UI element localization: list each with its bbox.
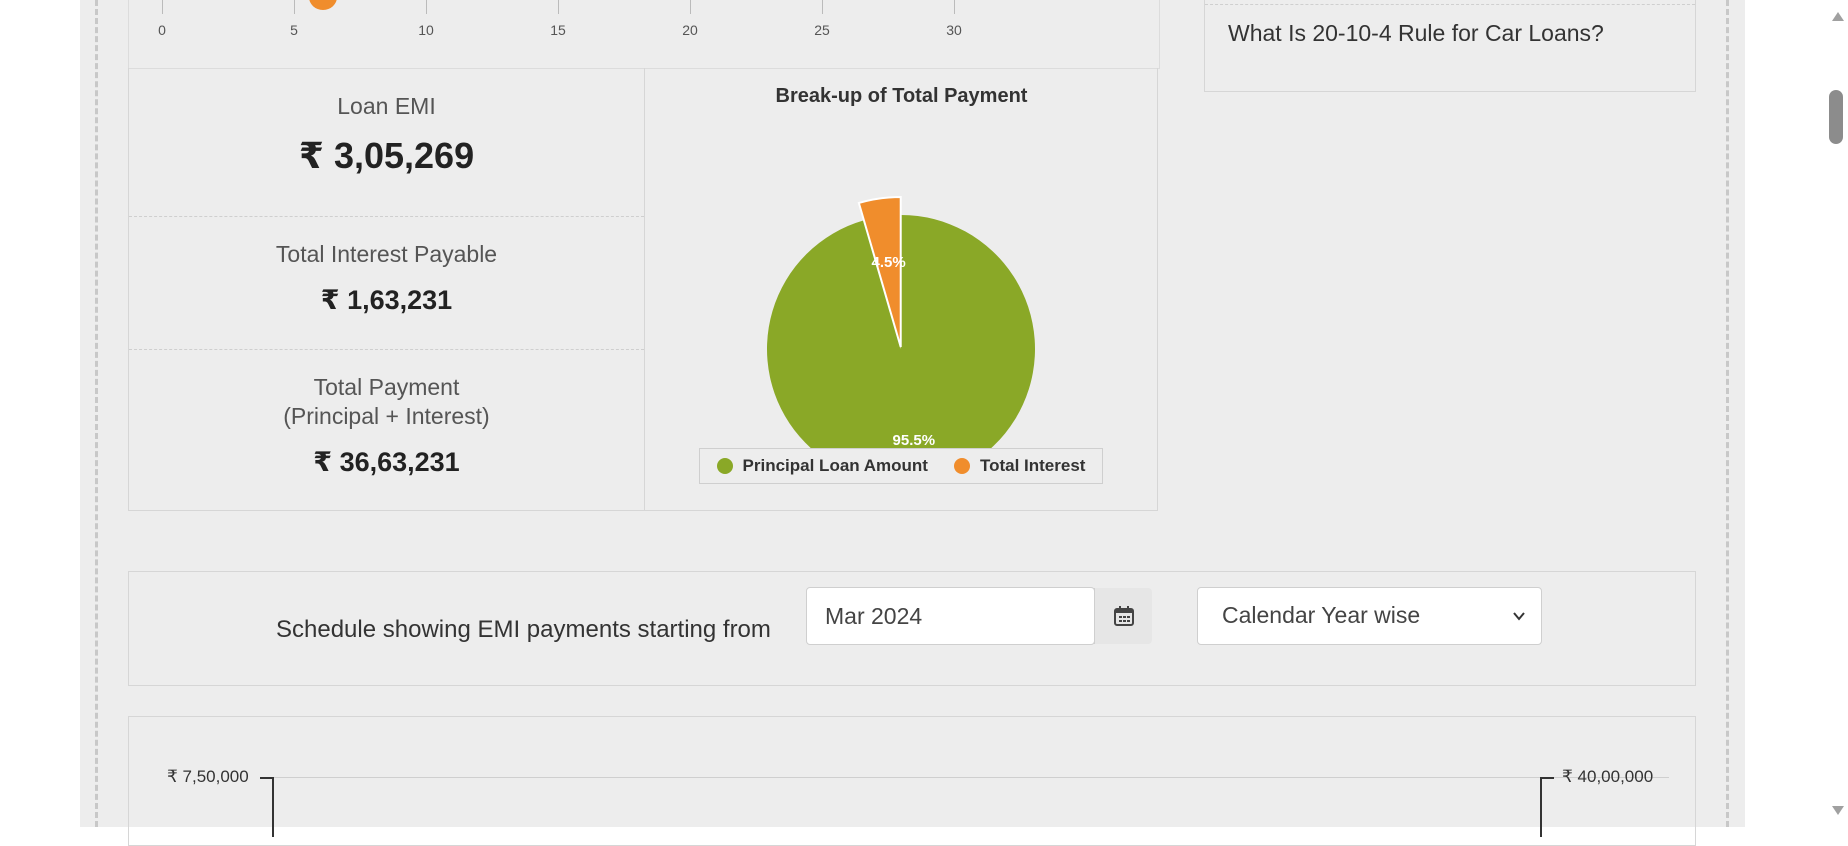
slider-tick-label: 30 [946,22,962,38]
slider-tick [822,0,823,14]
faq-link-20-10-4-rule[interactable]: What Is 20-10-4 Rule for Car Loans? [1228,20,1604,47]
slider-tick [690,0,691,14]
schedule-start-date [806,587,1152,645]
schedule-view-select[interactable]: Calendar Year wise [1197,587,1542,645]
total-payment-label-line2: (Principal + Interest) [283,403,490,429]
legend-label-interest: Total Interest [979,456,1086,475]
total-payment-value: ₹ 36,63,231 [313,447,460,477]
loan-emi-cell: Loan EMI ₹ 3,05,269 [129,68,644,217]
schedule-view-selected: Calendar Year wise [1222,602,1421,628]
calendar-button[interactable] [1094,588,1152,644]
slider-tick [426,0,427,14]
legend-marker-interest [953,458,970,474]
loan-emi-label: Loan EMI [337,93,436,119]
chart-gridline [271,777,1669,778]
results-panel: Loan EMI ₹ 3,05,269 Total Interest Payab… [128,68,1158,511]
scroll-down-arrow-icon[interactable] [1832,806,1844,815]
schedule-controls: Schedule showing EMI payments starting f… [128,571,1696,686]
slider-tick-label: 20 [682,22,698,38]
slider-tick [954,0,955,14]
slider-tick-label: 10 [418,22,434,38]
page-scrollbar[interactable] [1826,0,1848,827]
legend-item-principal[interactable]: Principal Loan Amount [716,456,928,476]
pie-label-interest: 4.5% [871,254,905,271]
right-y-axis [1540,777,1542,837]
schedule-start-date-input[interactable] [807,588,1093,644]
slider-tick [162,0,163,14]
schedule-label: Schedule showing EMI payments starting f… [276,616,771,643]
legend-label-principal: Principal Loan Amount [742,456,928,475]
total-payment-label: Total Payment (Principal + Interest) [129,373,644,431]
left-y-axis [272,777,274,837]
total-payment-label-line1: Total Payment [313,374,460,400]
scroll-up-arrow-icon[interactable] [1832,12,1844,21]
pie-label-principal: 95.5% [893,432,936,448]
tenure-slider-handle[interactable] [309,0,337,10]
left-y-axis-tick [260,777,274,779]
total-interest-value: ₹ 1,63,231 [320,285,453,315]
pie-chart: 95.5% 4.5% [767,196,1036,448]
loan-emi-value: ₹ 3,05,269 [298,135,475,176]
slider-tick [558,0,559,14]
dashed-border-right [1726,0,1729,827]
calendar-icon [1113,606,1134,626]
total-interest-label: Total Interest Payable [275,241,498,267]
tenure-slider-axis: 0 5 10 15 20 25 30 [128,0,1160,69]
chart-legend: Principal Loan Amount Total Interest [699,448,1103,484]
slider-tick [294,0,295,14]
legend-marker-principal [716,458,733,474]
chart-title: Break-up of Total Payment [775,85,1028,107]
legend-item-interest[interactable]: Total Interest [953,456,1086,476]
slider-tick-label: 25 [814,22,830,38]
chevron-down-icon [1513,612,1525,621]
slider-tick-label: 5 [290,22,298,38]
slider-tick-label: 0 [158,22,166,38]
results-summary: Loan EMI ₹ 3,05,269 Total Interest Payab… [129,68,645,510]
total-interest-cell: Total Interest Payable ₹ 1,63,231 [129,216,644,350]
left-y-axis-label: ₹ 7,50,000 [167,767,249,786]
dashed-border-left [95,0,98,827]
slider-tick-label: 15 [550,22,566,38]
faq-divider [1205,4,1695,5]
scrollbar-thumb[interactable] [1829,90,1843,144]
total-payment-cell: Total Payment (Principal + Interest) ₹ 3… [129,349,644,510]
right-y-axis-label: ₹ 40,00,000 [1562,767,1654,786]
faq-card: What Is 20-10-4 Rule for Car Loans? [1204,0,1696,92]
right-y-axis-tick [1540,777,1554,779]
